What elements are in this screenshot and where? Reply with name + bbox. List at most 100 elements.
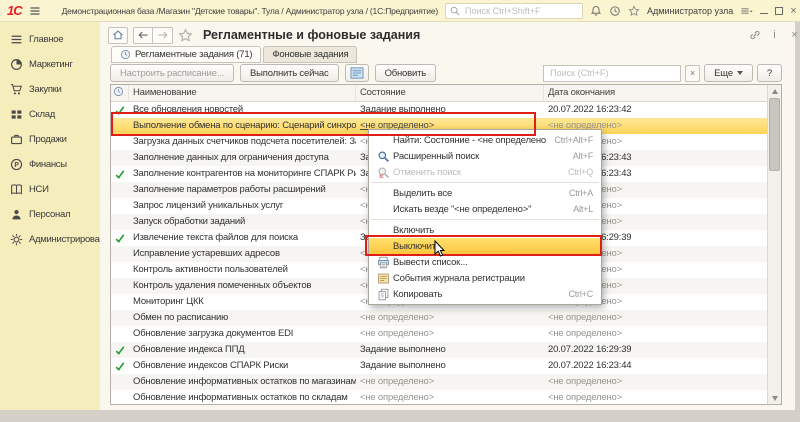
menu-item-search-everywhere[interactable]: Искать везде "<не определено>"Alt+L bbox=[369, 201, 601, 217]
sidebar-item-label: Склад bbox=[29, 109, 55, 120]
job-state-cell: <не определено> bbox=[356, 390, 544, 406]
favorite-toggle-star-icon[interactable] bbox=[178, 28, 193, 43]
event-log-icon bbox=[374, 271, 393, 285]
sidebar-item-marketing[interactable]: Маркетинг bbox=[0, 52, 100, 77]
table-row[interactable]: Обновление информативных остатков по маг… bbox=[111, 374, 768, 390]
table-header: Наименование Состояние Дата окончания bbox=[111, 85, 768, 102]
sidebar-item-label: Финансы bbox=[29, 159, 67, 170]
service-menu-icon[interactable] bbox=[740, 3, 753, 18]
maximize-button[interactable] bbox=[775, 3, 783, 18]
job-name-cell: Обновление загрузка документов EDI bbox=[129, 326, 356, 342]
tab-scheduled-jobs[interactable]: Регламентные задания (71) bbox=[111, 46, 261, 63]
menu-icon-slot bbox=[374, 186, 393, 200]
link-icon[interactable] bbox=[748, 28, 761, 41]
vertical-scrollbar[interactable] bbox=[767, 85, 781, 404]
job-name-cell: Выполнение обмена по сценарию: Сценарий … bbox=[129, 118, 356, 134]
table-row[interactable]: Обновление индексов СПАРК РискиЗадание в… bbox=[111, 358, 768, 374]
tab-background-jobs[interactable]: Фоновые задания bbox=[263, 46, 357, 63]
cancel-search-icon bbox=[374, 165, 393, 179]
home-button[interactable] bbox=[108, 27, 128, 44]
refresh-button[interactable]: Обновить bbox=[375, 64, 436, 82]
enabled-check-icon bbox=[111, 358, 129, 374]
menu-item-select-all[interactable]: Выделить всеCtrl+A bbox=[369, 185, 601, 201]
main-menu-icon[interactable] bbox=[29, 4, 41, 18]
column-header-name[interactable]: Наименование bbox=[129, 85, 356, 101]
job-date-cell: <не определено> bbox=[544, 390, 768, 406]
minimize-button[interactable] bbox=[760, 3, 768, 18]
journal-icon bbox=[350, 67, 364, 79]
column-header-date[interactable]: Дата окончания bbox=[544, 85, 768, 101]
check-placeholder bbox=[111, 182, 129, 198]
job-name-cell: Все обновления новостей bbox=[129, 102, 356, 118]
more-button[interactable]: Еще bbox=[704, 64, 753, 82]
sidebar-item-finance[interactable]: РФинансы bbox=[0, 152, 100, 177]
menu-item-event-log[interactable]: События журнала регистрации bbox=[369, 270, 601, 286]
table-row[interactable]: Обмен по расписанию<не определено><не оп… bbox=[111, 310, 768, 326]
job-state-cell: Задание выполнено bbox=[356, 102, 544, 118]
copy-icon bbox=[374, 287, 393, 301]
job-name-cell: Загрузка данных счетчиков подсчета посет… bbox=[129, 134, 356, 150]
table-row[interactable]: Все обновления новостейЗадание выполнено… bbox=[111, 102, 768, 118]
close-button[interactable]: × bbox=[790, 3, 796, 18]
sidebar-item-admin[interactable]: Администрирование bbox=[0, 227, 100, 252]
help-button[interactable]: ? bbox=[757, 64, 782, 82]
sidebar-item-warehouse[interactable]: Склад bbox=[0, 102, 100, 127]
menu-item-enable[interactable]: Включить bbox=[369, 222, 601, 238]
table-row[interactable]: Обновление загрузка документов EDI<не оп… bbox=[111, 326, 768, 342]
menu-lines-icon bbox=[9, 33, 23, 47]
scrollbar-thumb[interactable] bbox=[769, 98, 780, 171]
check-placeholder bbox=[111, 326, 129, 342]
job-name-cell: Исправление устаревших адресов bbox=[129, 246, 356, 262]
menu-icon-slot bbox=[374, 223, 393, 237]
list-search-input[interactable] bbox=[548, 67, 676, 79]
job-name-cell: Запрос лицензий уникальных услуг bbox=[129, 198, 356, 214]
form-header-icons: i × bbox=[748, 28, 800, 41]
check-placeholder bbox=[111, 374, 129, 390]
scroll-up-arrow[interactable] bbox=[768, 85, 781, 97]
sidebar-item-staff[interactable]: Персонал bbox=[0, 202, 100, 227]
scroll-down-arrow[interactable] bbox=[768, 392, 781, 404]
global-search bbox=[445, 3, 583, 19]
sidebar-item-label: НСИ bbox=[29, 184, 49, 195]
menu-item-disable[interactable]: Выключить bbox=[369, 238, 601, 254]
minimize-icon bbox=[760, 13, 768, 14]
sidebar-item-sales[interactable]: Продажи bbox=[0, 127, 100, 152]
configure-schedule-button[interactable]: Настроить расписание... bbox=[110, 64, 234, 82]
menu-separator bbox=[371, 182, 599, 183]
sidebar-item-purchases[interactable]: Закупки bbox=[0, 77, 100, 102]
menu-item-print-list[interactable]: Вывести список... bbox=[369, 254, 601, 270]
table-row[interactable]: Обновление информативных остатков по скл… bbox=[111, 390, 768, 406]
job-name-cell: Заполнение контрагентов на мониторинге С… bbox=[129, 166, 356, 182]
history-icon[interactable] bbox=[609, 3, 621, 18]
forward-button[interactable] bbox=[153, 27, 173, 44]
job-name-cell: Контроль активности пользователей bbox=[129, 262, 356, 278]
sidebar-item-main[interactable]: Главное bbox=[0, 27, 100, 52]
favorites-star-icon[interactable] bbox=[628, 3, 640, 18]
job-state-cell: <не определено> bbox=[356, 374, 544, 390]
job-name-cell: Контроль удаления помеченных объектов bbox=[129, 278, 356, 294]
list-search-field bbox=[543, 65, 681, 82]
menu-item-advanced-search[interactable]: Расширенный поискAlt+F bbox=[369, 148, 601, 164]
back-button[interactable] bbox=[133, 27, 153, 44]
notifications-bell-icon[interactable] bbox=[590, 3, 602, 18]
global-search-input[interactable] bbox=[463, 5, 578, 17]
run-now-button[interactable]: Выполнить сейчас bbox=[240, 64, 339, 82]
column-header-state[interactable]: Состояние bbox=[356, 85, 544, 101]
header-clock-icon[interactable] bbox=[111, 85, 129, 101]
close-form-icon[interactable]: × bbox=[788, 28, 800, 41]
enabled-check-icon bbox=[111, 342, 129, 358]
check-placeholder bbox=[111, 262, 129, 278]
event-log-button[interactable] bbox=[345, 64, 369, 82]
clear-search-button[interactable]: × bbox=[685, 65, 700, 82]
menu-item-find-state[interactable]: Найти: Состояние - <не определено>Ctrl+A… bbox=[369, 132, 601, 148]
titlebar: 1С Демонстрационная база /Магазин "Детск… bbox=[0, 0, 800, 22]
job-name-cell: Обмен по расписанию bbox=[129, 310, 356, 326]
sidebar-item-nsi[interactable]: НСИ bbox=[0, 177, 100, 202]
sidebar-item-label: Закупки bbox=[29, 84, 62, 95]
current-user[interactable]: Администратор узла bbox=[647, 6, 733, 16]
menu-separator bbox=[371, 219, 599, 220]
sidebar-item-label: Персонал bbox=[29, 209, 70, 220]
menu-item-copy[interactable]: КопироватьCtrl+C bbox=[369, 286, 601, 302]
info-icon[interactable]: i bbox=[768, 28, 781, 41]
table-row[interactable]: Обновление индекса ППДЗадание выполнено2… bbox=[111, 342, 768, 358]
